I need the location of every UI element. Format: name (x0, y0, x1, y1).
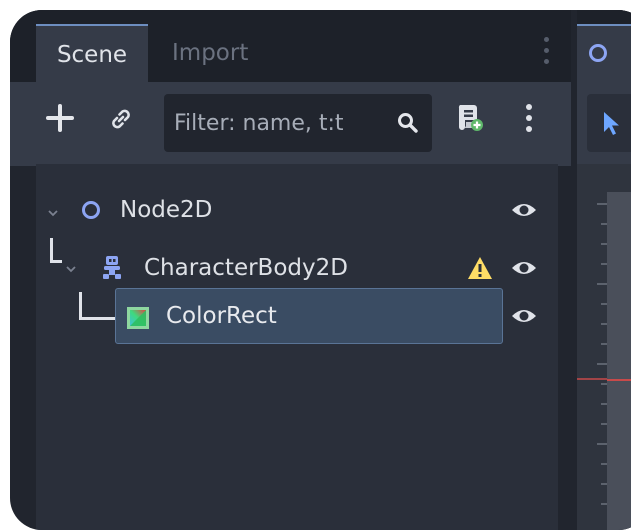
scene-toolbar (10, 82, 571, 166)
chevron-down-icon[interactable] (66, 264, 76, 274)
attach-script-button[interactable] (452, 100, 486, 134)
tree-item-label: ColorRect (166, 303, 277, 329)
tree-guide-line (79, 292, 82, 320)
tree-item-colorrect[interactable]: ColorRect (36, 292, 558, 354)
chevron-down-icon[interactable] (48, 208, 58, 218)
editor-window: Scene Import Filter: name, t:t Node2D Ch… (10, 10, 631, 530)
visibility-eye-icon[interactable] (509, 304, 539, 328)
search-icon[interactable] (396, 111, 420, 135)
select-mode-button[interactable] (587, 94, 631, 152)
attach-script-icon (458, 105, 483, 131)
filter-input[interactable] (174, 94, 382, 152)
filter-field[interactable] (164, 94, 432, 152)
scene-dock: Scene Import Filter: name, t:t Node2D Ch… (10, 10, 571, 530)
link-icon (112, 109, 130, 129)
visibility-eye-icon[interactable] (509, 256, 539, 280)
tree-guide-line (50, 260, 62, 263)
tab-menu-icon[interactable] (544, 37, 550, 69)
tab-scene-viewport[interactable] (577, 24, 631, 82)
cursor-arrow-icon (604, 112, 619, 135)
visibility-eye-icon[interactable] (509, 198, 539, 222)
tree-guide-line (50, 238, 53, 262)
viewport-tabbar (577, 10, 631, 82)
tab-import[interactable]: Import (172, 24, 248, 82)
ruler-ticks (577, 203, 607, 505)
node2d-icon (82, 201, 100, 219)
viewport-toolbar (577, 82, 631, 166)
colorrect-icon (127, 307, 149, 329)
vertical-ruler (577, 164, 607, 530)
tree-item-node2d[interactable]: Node2D (36, 182, 558, 238)
viewport-dock (577, 10, 631, 530)
scene-tree: Node2D CharacterBody2D ColorRect (36, 164, 558, 530)
tree-item-label: Node2D (120, 197, 213, 223)
warning-icon[interactable] (466, 255, 494, 281)
node2d-icon (589, 44, 607, 62)
scene-menu-icon[interactable] (526, 104, 534, 138)
viewport-canvas[interactable] (577, 164, 631, 530)
add-node-button[interactable] (46, 104, 76, 134)
instance-scene-button[interactable] (106, 104, 136, 134)
dock-tabbar: Scene Import (10, 10, 571, 82)
x-axis-line (607, 379, 631, 381)
tab-scene[interactable]: Scene (36, 24, 148, 82)
tree-guide-line (79, 317, 115, 320)
characterbody2d-icon (103, 256, 121, 279)
